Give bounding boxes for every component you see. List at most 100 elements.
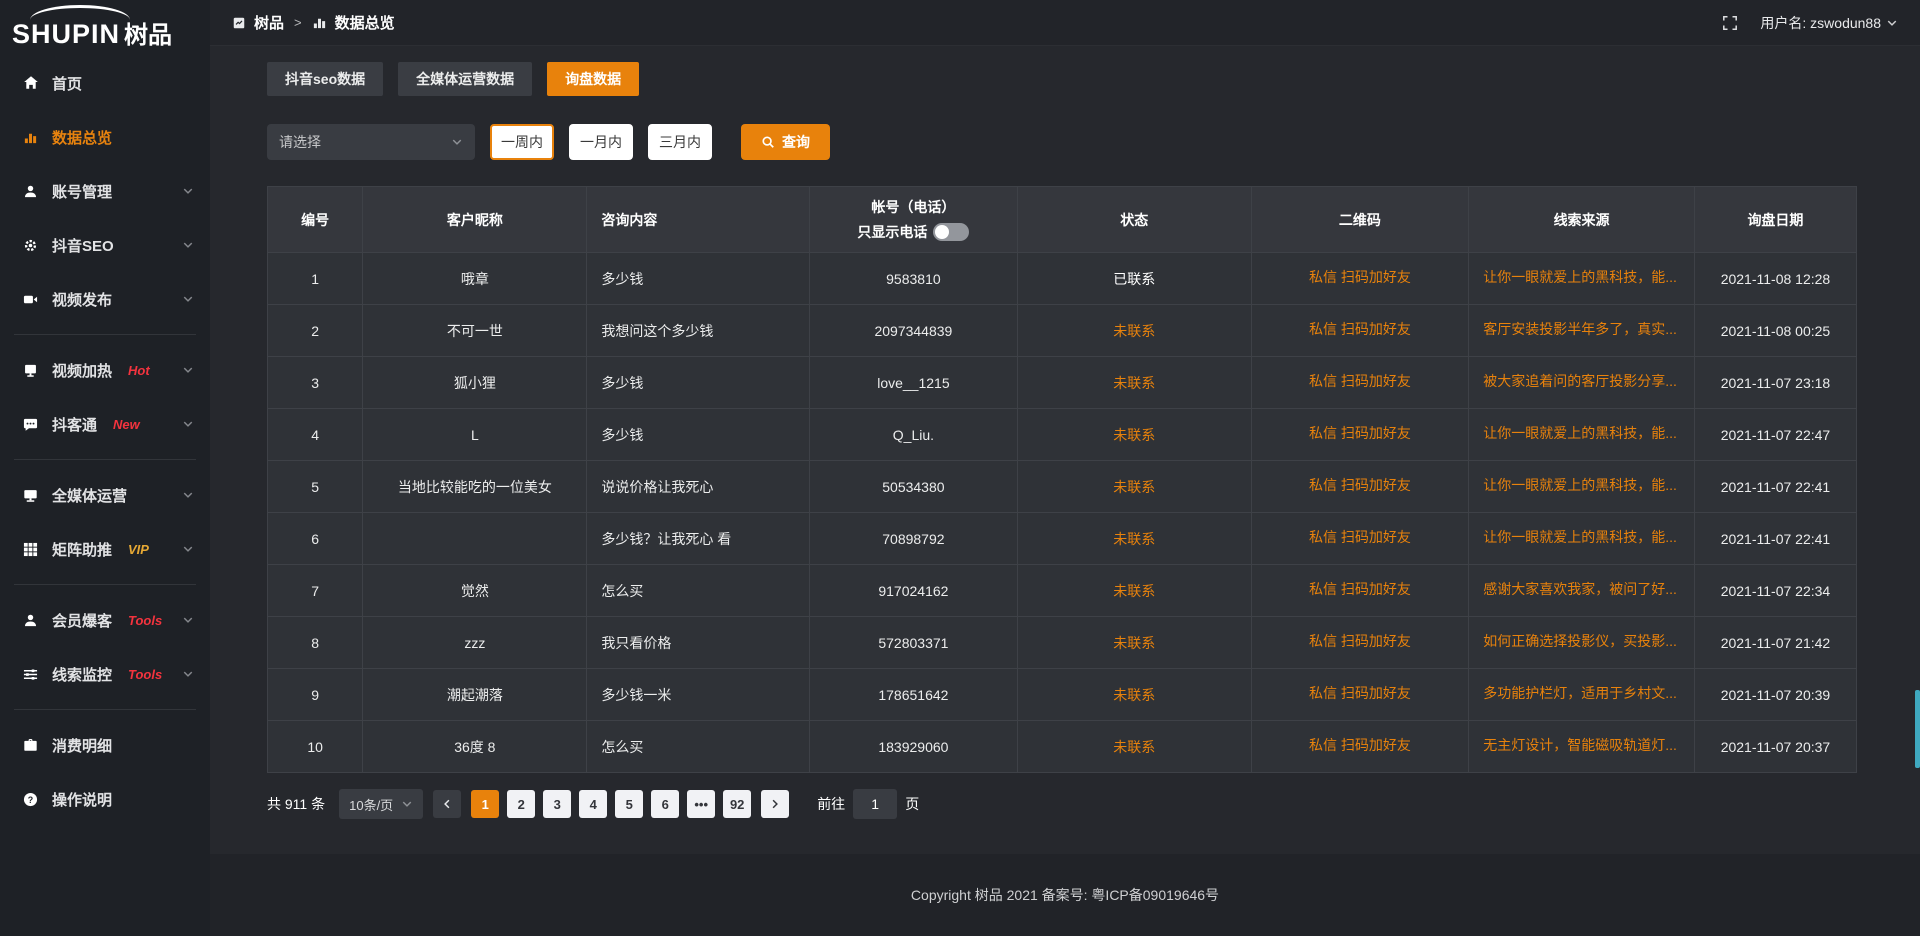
qrcode-link[interactable]: 私信 扫码加好友 (1309, 319, 1411, 339)
range-button-one-month[interactable]: 一月内 (569, 124, 633, 160)
inquiry-table: 编号 客户昵称 咨询内容 帐号（电话） 只显示电话 (267, 186, 1857, 773)
badge-vip: VIP (128, 542, 149, 557)
question-icon: ? (22, 791, 39, 808)
col-header-nickname: 客户昵称 (363, 187, 587, 253)
goto-label: 前往 (817, 794, 845, 814)
query-button[interactable]: 查询 (741, 124, 830, 160)
qrcode-link[interactable]: 私信 扫码加好友 (1309, 579, 1411, 599)
cell-nickname: L (363, 409, 587, 461)
lead-source-link[interactable]: 感谢大家喜欢我家，被问了好... (1483, 579, 1677, 599)
cell-date: 2021-11-07 22:41 (1694, 461, 1856, 513)
table-row: 1036度 8怎么买183929060未联系私信 扫码加好友无主灯设计，智能磁吸… (268, 721, 1857, 773)
lead-source-link[interactable]: 让你一眼就爱上的黑科技，能... (1483, 475, 1677, 495)
qrcode-link[interactable]: 私信 扫码加好友 (1309, 423, 1411, 443)
cell-account: 2097344839 (809, 305, 1017, 357)
sidebar-item-media-ops[interactable]: 全媒体运营 (0, 468, 210, 522)
goto-page-input[interactable] (853, 789, 897, 819)
page-ellipsis-button[interactable]: ••• (687, 790, 715, 818)
sidebar-item-data-overview[interactable]: 数据总览 (0, 110, 210, 164)
sidebar-item-label: 视频发布 (52, 289, 112, 310)
col-header-id: 编号 (268, 187, 363, 253)
sidebar-item-home[interactable]: 首页 (0, 56, 210, 110)
lead-source-link[interactable]: 多功能护栏灯，适用于乡村文... (1483, 683, 1677, 703)
lead-source-link[interactable]: 如何正确选择投影仪，买投影... (1483, 631, 1677, 651)
qrcode-link[interactable]: 私信 扫码加好友 (1309, 475, 1411, 495)
phone-only-toggle[interactable] (933, 223, 969, 241)
chevron-left-icon (441, 798, 453, 810)
lead-source-link[interactable]: 让你一眼就爱上的黑科技，能... (1483, 527, 1677, 547)
sidebar-item-member-baoke[interactable]: 会员爆客Tools (0, 593, 210, 647)
page-button-6[interactable]: 6 (651, 790, 679, 818)
page-button-4[interactable]: 4 (579, 790, 607, 818)
next-page-button[interactable] (761, 790, 789, 818)
cell-nickname (363, 513, 587, 565)
lead-source-link[interactable]: 让你一眼就爱上的黑科技，能... (1483, 423, 1677, 443)
status-badge: 未联系 (1017, 565, 1251, 617)
sidebar-item-matrix-boost[interactable]: 矩阵助推VIP (0, 522, 210, 576)
cell-date: 2021-11-08 12:28 (1694, 253, 1856, 305)
qrcode-link[interactable]: 私信 扫码加好友 (1309, 371, 1411, 391)
sidebar-item-consume-detail[interactable]: 消费明细 (0, 718, 210, 772)
qrcode-link[interactable]: 私信 扫码加好友 (1309, 683, 1411, 703)
page-button-92[interactable]: 92 (723, 790, 751, 818)
sidebar-item-video-heat[interactable]: 视频加热 Hot (0, 343, 210, 397)
tab-inquiry-data[interactable]: 询盘数据 (547, 62, 639, 96)
page-button-1[interactable]: 1 (471, 790, 499, 818)
page-size-label: 10条/页 (349, 795, 393, 814)
sidebar-item-label: 操作说明 (52, 789, 112, 810)
sidebar-item-douketong[interactable]: 抖客通New (0, 397, 210, 451)
cell-content: 说说价格让我死心 (587, 461, 809, 513)
chevron-down-icon (182, 364, 194, 376)
page-button-3[interactable]: 3 (543, 790, 571, 818)
prev-page-button[interactable] (433, 790, 461, 818)
cell-content: 多少钱 (587, 409, 809, 461)
range-button-three-month[interactable]: 三月内 (648, 124, 712, 160)
scrollbar-thumb[interactable] (1915, 690, 1920, 768)
chevron-down-icon (182, 543, 194, 555)
lead-source-link[interactable]: 被大家追着问的客厅投影分享... (1483, 371, 1677, 391)
chevron-down-icon (182, 614, 194, 626)
sidebar-item-account-manage[interactable]: 账号管理 (0, 164, 210, 218)
sidebar-item-lead-monitor[interactable]: 线索监控Tools (0, 647, 210, 701)
range-button-one-week[interactable]: 一周内 (490, 124, 554, 160)
qrcode-link[interactable]: 私信 扫码加好友 (1309, 527, 1411, 547)
sidebar-item-douyin-seo[interactable]: 抖音SEO (0, 218, 210, 272)
col-header-date: 询盘日期 (1694, 187, 1856, 253)
sidebar-item-video-publish[interactable]: 视频发布 (0, 272, 210, 326)
qrcode-link[interactable]: 私信 扫码加好友 (1309, 735, 1411, 755)
sidebar-item-manual[interactable]: ? 操作说明 (0, 772, 210, 826)
badge-hot: Hot (128, 363, 150, 378)
cell-date: 2021-11-07 23:18 (1694, 357, 1856, 409)
chevron-down-icon (182, 239, 194, 251)
cell-content: 多少钱一米 (587, 669, 809, 721)
cell-nickname: 潮起潮落 (363, 669, 587, 721)
status-badge: 未联系 (1017, 461, 1251, 513)
chevron-down-icon (182, 418, 194, 430)
sidebar-item-label: 全媒体运营 (52, 485, 127, 506)
user-menu[interactable]: 用户名: zswodun88 (1760, 13, 1898, 33)
lead-source-link[interactable]: 让你一眼就爱上的黑科技，能... (1483, 267, 1677, 287)
goto-suffix: 页 (905, 794, 919, 814)
tab-douyin-seo-data[interactable]: 抖音seo数据 (267, 62, 383, 96)
status-badge: 已联系 (1017, 253, 1251, 305)
chevron-down-icon (401, 798, 413, 810)
col-header-account: 帐号（电话） 只显示电话 (809, 187, 1017, 253)
account-select[interactable]: 请选择 (267, 124, 475, 160)
qrcode-link[interactable]: 私信 扫码加好友 (1309, 267, 1411, 287)
brand-logo[interactable]: SHUPIN 树品 (0, 0, 210, 56)
lead-source-link[interactable]: 无主灯设计，智能磁吸轨道灯... (1483, 735, 1677, 755)
page-button-5[interactable]: 5 (615, 790, 643, 818)
badge-tools: Tools (128, 667, 162, 682)
tab-media-ops-data[interactable]: 全媒体运营数据 (398, 62, 532, 96)
chevron-down-icon (451, 136, 463, 148)
sidebar-item-label: 视频加热 (52, 360, 112, 381)
page-button-2[interactable]: 2 (507, 790, 535, 818)
topbar-right: 用户名: zswodun88 (1722, 13, 1898, 33)
page-size-select[interactable]: 10条/页 (339, 789, 423, 819)
fullscreen-icon[interactable] (1722, 15, 1738, 31)
range-buttons: 一周内一月内三月内 (490, 124, 712, 160)
cell-date: 2021-11-07 22:41 (1694, 513, 1856, 565)
lead-source-link[interactable]: 客厅安装投影半年多了，真实... (1483, 319, 1677, 339)
breadcrumb-root[interactable]: 树品 (254, 12, 284, 33)
qrcode-link[interactable]: 私信 扫码加好友 (1309, 631, 1411, 651)
